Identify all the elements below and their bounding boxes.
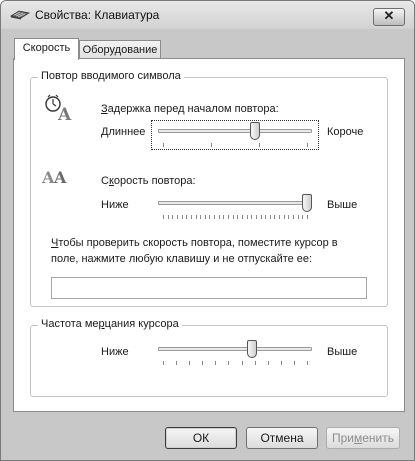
delay-right-label: Короче — [327, 126, 364, 138]
test-hint-line2: поле, нажмите любую клавишу и не отпуска… — [51, 253, 313, 265]
slider-tick — [269, 215, 271, 219]
slider-tick — [259, 143, 260, 147]
blink-slider-ticks — [163, 361, 308, 366]
slider-tick — [189, 361, 191, 365]
repeat-group-title: Повтор вводимого символа — [38, 70, 184, 82]
close-icon: ✕ — [383, 8, 395, 23]
slider-tick — [279, 215, 281, 219]
slider-tick — [293, 361, 295, 365]
rate-slider-ticks — [163, 215, 308, 220]
slider-tick — [267, 361, 269, 365]
svg-text:A: A — [41, 168, 55, 187]
repeat-test-input[interactable] — [51, 277, 367, 299]
delay-slider-track — [158, 129, 312, 133]
blink-slider-thumb[interactable] — [247, 340, 258, 358]
slider-tick — [241, 215, 243, 219]
slider-tick — [218, 215, 220, 219]
slider-tick — [204, 215, 206, 219]
delay-slider-thumb[interactable] — [250, 122, 261, 140]
slider-tick — [195, 215, 197, 219]
slider-tick — [246, 215, 248, 219]
speed-tab-panel: Повтор вводимого символа A Задержка пере… — [13, 58, 405, 412]
rate-slider-thumb[interactable] — [302, 194, 312, 212]
tab-hardware[interactable]: Оборудование — [79, 40, 161, 60]
slider-tick — [307, 215, 308, 219]
close-button[interactable]: ✕ — [373, 8, 405, 26]
slider-tick — [215, 361, 217, 365]
slider-tick — [255, 215, 257, 219]
slider-tick — [280, 361, 282, 365]
keyboard-properties-window: Свойства: Клавиатура ✕ Скорость Оборудов… — [0, 0, 415, 461]
slider-tick — [237, 215, 239, 219]
slider-tick — [163, 361, 164, 365]
slider-tick — [251, 215, 253, 219]
slider-tick — [293, 215, 295, 219]
slider-tick — [232, 215, 234, 219]
slider-tick — [265, 215, 267, 219]
delay-slider-ticks — [163, 143, 308, 148]
slider-tick — [181, 215, 183, 219]
keyboard-icon — [9, 10, 31, 20]
rate-slider-track — [158, 201, 312, 205]
apply-button[interactable]: Применить — [326, 427, 400, 449]
slider-tick — [200, 215, 202, 219]
slider-tick — [186, 215, 188, 219]
repeat-rate-icon: A A — [41, 168, 67, 187]
slider-tick — [228, 361, 230, 365]
slider-tick — [209, 215, 211, 219]
rate-left-label: Ниже — [101, 199, 129, 211]
slider-tick — [302, 215, 304, 219]
cursor-blink-slider[interactable] — [155, 338, 315, 368]
slider-tick — [190, 215, 192, 219]
slider-tick — [254, 361, 256, 365]
slider-tick — [163, 143, 164, 147]
slider-tick — [176, 215, 178, 219]
test-hint-line1: Чтобы проверить скорость повтора, помест… — [51, 237, 338, 249]
cursor-blink-title: Частота мерцания курсора — [38, 318, 182, 330]
delay-slider[interactable] — [155, 120, 315, 150]
slider-tick — [307, 143, 308, 147]
tab-hardware-label: Оборудование — [82, 44, 158, 56]
slider-tick — [288, 215, 290, 219]
slider-tick — [163, 215, 164, 219]
blink-right-label: Выше — [327, 346, 358, 358]
delay-label: Задержка перед началом повтора: — [101, 103, 279, 115]
slider-tick — [202, 361, 204, 365]
window-title: Свойства: Клавиатура — [35, 8, 160, 22]
slider-tick — [297, 215, 299, 219]
cursor-blink-group: Частота мерцания курсора Ниже Выше — [30, 318, 388, 397]
svg-text:A: A — [57, 105, 72, 122]
blink-slider-track — [158, 347, 312, 351]
tab-speed-label: Скорость — [22, 42, 71, 54]
slider-tick — [241, 361, 243, 365]
slider-tick — [214, 215, 216, 219]
ok-button[interactable]: ОК — [165, 427, 237, 449]
slider-tick — [283, 215, 285, 219]
rate-right-label: Выше — [327, 199, 358, 211]
repeat-group: Повтор вводимого символа A Задержка пере… — [30, 70, 388, 307]
blink-left-label: Ниже — [101, 346, 129, 358]
tab-speed[interactable]: Скорость — [14, 38, 79, 60]
cancel-button[interactable]: Отмена — [246, 427, 318, 449]
repeat-delay-icon: A — [45, 94, 72, 122]
slider-tick — [223, 215, 225, 219]
slider-tick — [211, 143, 212, 147]
rate-label: Скорость повтора: — [101, 175, 196, 187]
slider-tick — [307, 361, 308, 365]
svg-text:A: A — [53, 168, 67, 187]
title-bar[interactable]: Свойства: Клавиатура ✕ — [1, 1, 414, 29]
slider-tick — [172, 215, 174, 219]
slider-tick — [167, 215, 169, 219]
slider-tick — [274, 215, 276, 219]
slider-tick — [260, 215, 262, 219]
slider-tick — [176, 361, 178, 365]
slider-tick — [228, 215, 230, 219]
delay-left-label: Длиннее — [101, 126, 146, 138]
rate-slider[interactable] — [155, 192, 315, 222]
